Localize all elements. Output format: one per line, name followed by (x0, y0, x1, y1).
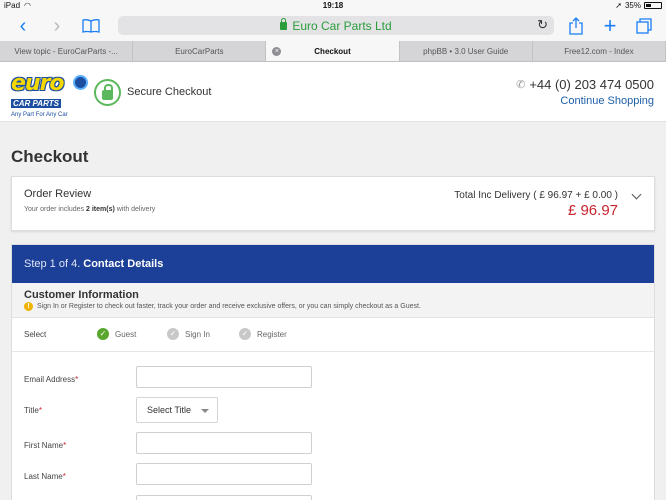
radio-register-label: Register (257, 329, 287, 339)
radio-sign-in[interactable]: ✓ Sign In (167, 328, 210, 340)
site-header: euro CAR PARTS Any Part For Any Car Secu… (0, 62, 666, 122)
tab-phpbb[interactable]: phpBB • 3.0 User Guide (400, 41, 533, 61)
bookmarks-icon[interactable] (80, 15, 102, 37)
tab-label: EuroCarParts (175, 46, 224, 56)
secure-checkout-label: Secure Checkout (127, 86, 212, 98)
tab-checkout[interactable]: × Checkout (266, 41, 400, 61)
address-bar[interactable]: Euro Car Parts Ltd ↻ (118, 16, 554, 35)
phone-number[interactable]: ✆ +44 (0) 203 474 0500 (516, 77, 654, 92)
browser-toolbar: ‹ › Euro Car Parts Ltd ↻ + (0, 12, 666, 41)
continue-shopping-link[interactable]: Continue Shopping (560, 95, 654, 107)
status-bar: iPad ◠ 19:18 ➚ 35% (0, 0, 666, 12)
radio-register[interactable]: ✓ Register (239, 328, 287, 340)
customer-info-note: ! Sign In or Register to check out faste… (24, 302, 421, 311)
secure-lock-icon (94, 79, 121, 106)
wheel-icon (73, 75, 88, 90)
account-type-select: Select ✓ Guest ✓ Sign In ✓ Register (12, 318, 654, 352)
tabs-icon[interactable] (634, 15, 654, 37)
forward-icon[interactable]: › (48, 15, 66, 37)
email-label: Email Address* (24, 375, 78, 384)
total-inc-delivery: Total Inc Delivery ( £ 96.97 + £ 0.00 ) (454, 190, 618, 201)
url-text: Euro Car Parts Ltd (292, 18, 392, 33)
page-title: Checkout (11, 147, 89, 166)
customer-info-title: Customer Information (24, 289, 139, 301)
tab-free12[interactable]: Free12.com - Index (533, 41, 666, 61)
radio-guest[interactable]: ✓ Guest (97, 328, 136, 340)
email-field[interactable] (136, 366, 312, 388)
chevron-down-icon[interactable] (631, 189, 642, 200)
last-name-label-text: Last Name (24, 472, 63, 481)
order-review-title: Order Review (24, 188, 92, 200)
last-name-label: Last Name* (24, 472, 66, 481)
phone-text: +44 (0) 203 474 0500 (529, 77, 654, 92)
share-icon[interactable] (566, 15, 586, 37)
step-header: Step 1 of 4. Contact Details (12, 245, 654, 283)
close-icon[interactable]: × (272, 47, 282, 56)
contact-details-step: Step 1 of 4. Contact Details Customer In… (11, 244, 655, 500)
order-review-summary: Your order includes 2 item(s) with deliv… (24, 206, 155, 213)
title-select-value: Select Title (147, 405, 192, 415)
tab-label: Free12.com - Index (564, 46, 634, 56)
phone-icon: ✆ (516, 79, 526, 91)
order-review-panel[interactable]: Order Review Your order includes 2 item(… (11, 176, 655, 231)
step-number: Step 1 of 4. (24, 258, 81, 270)
tab-label: Checkout (314, 46, 351, 56)
new-tab-icon[interactable]: + (600, 13, 620, 38)
reload-icon[interactable]: ↻ (537, 17, 548, 33)
step-title: Contact Details (83, 258, 164, 270)
next-field[interactable] (136, 495, 312, 500)
customer-info-note-text: Sign In or Register to check out faster,… (37, 303, 421, 310)
check-icon: ✓ (239, 328, 251, 340)
back-icon[interactable]: ‹ (14, 15, 32, 37)
tab-view-topic[interactable]: View topic - EuroCarParts -... (0, 41, 134, 61)
logo-sub: CAR PARTS (11, 99, 61, 108)
battery-percent: 35% (624, 1, 641, 10)
clock: 19:18 (322, 1, 344, 10)
caret-down-icon (201, 409, 209, 413)
required-mark: * (38, 406, 42, 415)
check-icon: ✓ (97, 328, 109, 340)
item-count: 2 item(s) (86, 206, 115, 213)
logo-tagline: Any Part For Any Car (11, 112, 68, 118)
required-mark: * (75, 375, 79, 384)
tab-label: phpBB • 3.0 User Guide (423, 46, 509, 56)
summary-suffix: with delivery (114, 206, 156, 213)
title-label: Title* (24, 406, 42, 415)
euro-car-parts-logo[interactable]: euro CAR PARTS Any Part For Any Car (11, 73, 88, 118)
first-name-field[interactable] (136, 432, 312, 454)
required-mark: * (62, 472, 66, 481)
lock-icon (280, 17, 288, 30)
info-icon: ! (24, 302, 33, 311)
last-name-field[interactable] (136, 463, 312, 485)
summary-prefix: Your order includes (24, 206, 87, 213)
tab-strip: View topic - EuroCarParts -... EuroCarPa… (0, 41, 666, 62)
check-icon: ✓ (167, 328, 179, 340)
location-icon: ➚ (615, 1, 622, 10)
tab-eurocarparts[interactable]: EuroCarParts (133, 41, 267, 61)
title-select[interactable]: Select Title (136, 397, 218, 423)
total-price: £ 96.97 (567, 202, 618, 219)
email-label-text: Email Address (24, 375, 76, 384)
battery-icon (644, 2, 662, 9)
radio-guest-label: Guest (115, 329, 137, 339)
radio-sign-in-label: Sign In (185, 329, 210, 339)
tab-label: View topic - EuroCarParts -... (14, 46, 118, 56)
title-label-text: Title (24, 406, 39, 415)
select-label: Select (24, 330, 47, 339)
first-name-label: First Name* (24, 441, 66, 450)
customer-information: Customer Information ! Sign In or Regist… (12, 283, 654, 318)
first-name-label-text: First Name (24, 441, 64, 450)
required-mark: * (63, 441, 67, 450)
